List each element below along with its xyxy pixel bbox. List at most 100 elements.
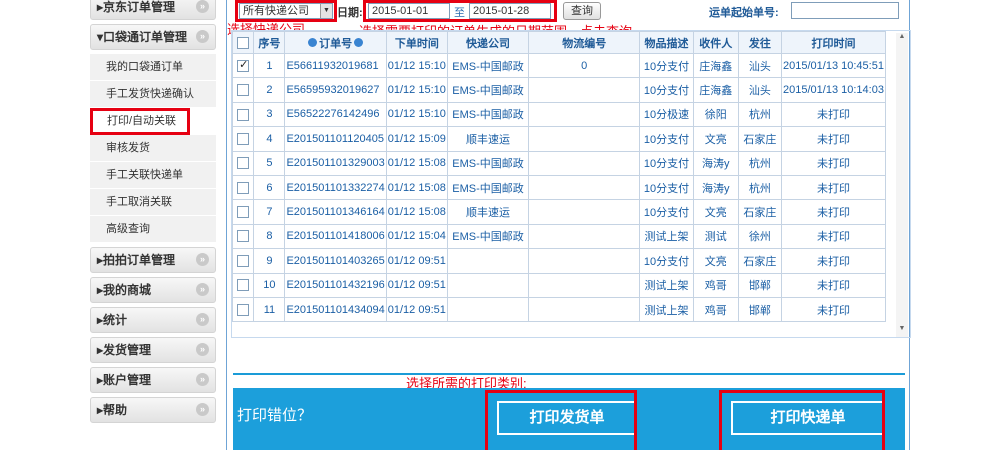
row-dest: 邯郸 xyxy=(737,296,783,323)
row-dest: 徐州 xyxy=(737,223,783,250)
row-select[interactable] xyxy=(232,248,255,274)
scroll-up-icon[interactable]: ▲ xyxy=(896,33,908,45)
row-print-time: 未打印 xyxy=(781,126,886,152)
sidebar-group-label: 我的商城 xyxy=(103,283,152,297)
row-dest: 杭州 xyxy=(737,174,783,201)
sort-down-icon[interactable] xyxy=(354,38,364,48)
header-order[interactable]: 订单号 xyxy=(284,31,387,54)
table-row[interactable]: 9 E201501101403265 01/12 09:51 10分支付 文亮 石家庄 未打… xyxy=(232,248,886,274)
sidebar-group-active[interactable]: ▾口袋通订单管理» xyxy=(90,24,216,50)
row-checkbox[interactable] xyxy=(237,279,250,292)
row-select[interactable] xyxy=(232,199,255,225)
table-row[interactable]: 10 E201501101432196 01/12 09:51 测试上架 鸡哥 邯郸 未打印 xyxy=(232,272,886,298)
sidebar-group[interactable]: ▸我的商城» xyxy=(90,277,216,303)
row-select[interactable] xyxy=(232,150,255,176)
table-row[interactable]: 8 E201501101418006 01/12 15:04 EMS-中国邮政 测试上架… xyxy=(232,223,886,250)
waybill-input[interactable] xyxy=(791,2,899,19)
row-carrier: EMS-中国邮政 xyxy=(446,101,530,128)
chevron-icon: » xyxy=(196,373,209,386)
row-checkbox[interactable] xyxy=(237,230,250,243)
sidebar-item[interactable]: 手工取消关联 xyxy=(90,189,216,216)
print-error-link[interactable]: 打印错位？ xyxy=(237,404,312,425)
orders-grid: 序号 订单号 下单时间 快递公司 物流编号 物品描述 收件人 发往 打印时间 1… xyxy=(231,30,911,338)
row-order: E201501101418006 xyxy=(284,223,387,250)
sidebar-group[interactable]: ▸帮助» xyxy=(90,397,216,423)
row-checkbox[interactable] xyxy=(237,206,250,219)
table-scrollbar[interactable]: ▲ ▼ xyxy=(896,33,908,337)
sidebar-group-label: 拍拍订单管理 xyxy=(103,253,176,267)
table-row[interactable]: 11 E201501101434094 01/12 09:51 测试上架 鸡哥 邯郸 未打印 xyxy=(232,296,886,323)
main-panel: 所有快递公司 ▼ 日期: 2015-01-01 至 2015-01-28 查询 … xyxy=(226,0,911,450)
row-desc: 10分支付 xyxy=(639,126,694,152)
table-row[interactable]: 5 E201501101329003 01/12 15:08 EMS-中国邮政 10分支… xyxy=(232,150,886,176)
row-print-time: 未打印 xyxy=(781,199,886,225)
table-row[interactable]: 3 E56522276142496 01/12 15:10 EMS-中国邮政 10分极速… xyxy=(232,101,886,128)
table-row[interactable]: 7 E201501101346164 01/12 15:08 顺丰速运 10分支付 文亮石… xyxy=(232,199,886,225)
row-no: 1 xyxy=(253,52,286,79)
chevron-icon: » xyxy=(196,313,209,326)
row-tracking xyxy=(528,223,641,250)
sidebar-group[interactable]: ▸统计» xyxy=(90,307,216,333)
row-time: 01/12 09:51 xyxy=(385,272,448,298)
row-recipient: 海涛y xyxy=(692,150,739,176)
row-select[interactable] xyxy=(232,223,255,250)
row-select[interactable] xyxy=(232,296,255,323)
row-checkbox[interactable] xyxy=(237,108,250,121)
row-recipient: 海涛y xyxy=(692,174,739,201)
row-desc: 测试上架 xyxy=(639,272,694,298)
sidebar-item[interactable]: 审核发货 xyxy=(90,135,216,162)
sidebar-item[interactable]: 我的口袋通订单 xyxy=(90,54,216,81)
sidebar-item[interactable]: 手工发货快递确认 xyxy=(90,81,216,108)
row-select[interactable] xyxy=(232,272,255,298)
row-order: E56611932019681 xyxy=(284,52,387,79)
row-time: 01/12 15:08 xyxy=(385,174,448,201)
print-divider xyxy=(233,373,905,375)
row-time: 01/12 09:51 xyxy=(385,296,448,323)
sort-up-icon[interactable] xyxy=(308,38,318,48)
header-recipient: 收件人 xyxy=(692,31,739,54)
table-row[interactable]: 1E5661193201968101/12 15:10EMS-中国邮政010分支… xyxy=(232,52,886,79)
row-carrier xyxy=(446,248,530,274)
scroll-down-icon[interactable]: ▼ xyxy=(896,325,908,337)
sidebar-group[interactable]: ▸拍拍订单管理» xyxy=(90,247,216,273)
row-tracking xyxy=(528,101,641,128)
sidebar-group[interactable]: ▸账户管理» xyxy=(90,367,216,393)
row-select[interactable] xyxy=(232,101,255,128)
sidebar-item[interactable]: 打印/自动关联 xyxy=(90,108,190,135)
row-tracking xyxy=(528,199,641,225)
row-time: 01/12 09:51 xyxy=(385,248,448,274)
table-row[interactable]: 6 E201501101332274 01/12 15:08 EMS-中国邮政 10分支… xyxy=(232,174,886,201)
header-select-all[interactable] xyxy=(232,31,255,54)
header-desc: 物品描述 xyxy=(639,31,694,54)
table-header-row: 序号 订单号 下单时间 快递公司 物流编号 物品描述 收件人 发往 打印时间 xyxy=(232,31,886,54)
row-no: 4 xyxy=(253,126,286,152)
row-print-time: 未打印 xyxy=(781,248,886,274)
row-select[interactable] xyxy=(232,126,255,152)
query-button[interactable]: 查询 xyxy=(563,2,601,20)
row-recipient: 鸡哥 xyxy=(692,272,739,298)
row-select[interactable] xyxy=(232,52,255,79)
sidebar-item[interactable]: 手工关联快递单 xyxy=(90,162,216,189)
row-tracking xyxy=(528,77,641,103)
select-all-checkbox[interactable] xyxy=(237,36,250,49)
row-checkbox[interactable] xyxy=(237,84,250,97)
row-checkbox[interactable] xyxy=(237,132,250,145)
header-order-label: 订单号 xyxy=(319,37,353,50)
row-checkbox[interactable] xyxy=(237,254,250,267)
waybill-label: 运单起始单号: xyxy=(709,7,779,19)
sidebar-item[interactable]: 高级查询 xyxy=(90,216,216,243)
sidebar-group-label: 帮助 xyxy=(103,403,128,417)
row-checkbox[interactable] xyxy=(237,157,250,170)
chevron-icon: » xyxy=(196,403,209,416)
row-select[interactable] xyxy=(232,174,255,201)
row-no: 11 xyxy=(253,296,286,323)
header-no: 序号 xyxy=(253,31,286,54)
row-select[interactable] xyxy=(232,77,255,103)
sidebar-group[interactable]: ▸发货管理» xyxy=(90,337,216,363)
table-row[interactable]: 4 E201501101120405 01/12 15:09 顺丰速运 10分支付 文亮石… xyxy=(232,126,886,152)
row-checkbox[interactable] xyxy=(237,58,250,72)
table-row[interactable]: 2 E56595932019627 01/12 15:10 EMS-中国邮政 10分支付… xyxy=(232,77,886,103)
row-checkbox[interactable] xyxy=(237,181,250,194)
sidebar-group[interactable]: ▸京东订单管理» xyxy=(90,0,216,20)
row-checkbox[interactable] xyxy=(237,303,250,316)
